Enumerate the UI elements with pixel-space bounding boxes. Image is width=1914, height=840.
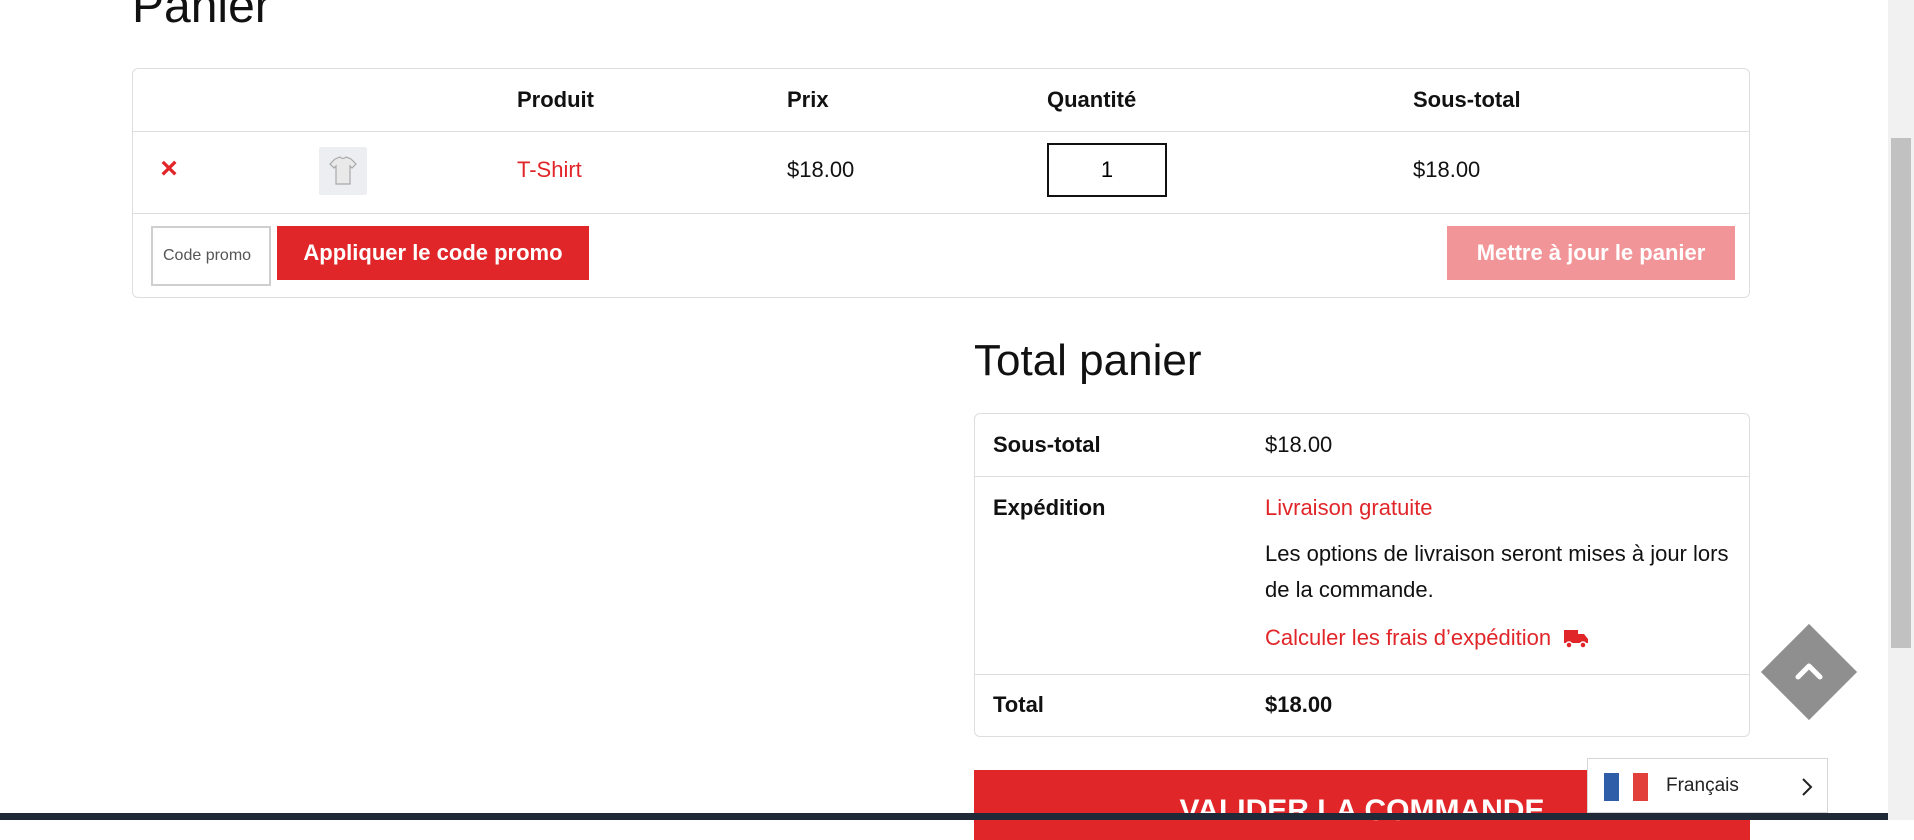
cart-table-header: Produit Prix Quantité Sous-total xyxy=(133,69,1749,132)
subtotal-value: $18.00 xyxy=(1265,432,1333,457)
cart-totals-title: Total panier xyxy=(974,336,1202,385)
language-switcher[interactable]: Français xyxy=(1587,758,1828,813)
totals-shipping-row: Expédition Livraison gratuite Les option… xyxy=(975,476,1749,675)
calculate-shipping-link[interactable]: Calculer les frais d’expédition xyxy=(1265,625,1589,651)
coupon-code-input[interactable] xyxy=(151,226,271,286)
chevron-right-icon xyxy=(1802,778,1813,796)
chevron-up-icon xyxy=(1795,663,1823,680)
calculate-shipping-label: Calculer les frais d’expédition xyxy=(1265,625,1552,650)
totals-total-row: Total $18.00 xyxy=(975,674,1749,736)
item-subtotal: $18.00 xyxy=(1413,157,1481,182)
header-subtotal: Sous-total xyxy=(1413,87,1521,112)
remove-item-icon[interactable]: × xyxy=(157,154,181,184)
shipping-label: Expédition xyxy=(993,495,1106,520)
header-product: Produit xyxy=(517,87,594,112)
update-cart-button[interactable]: Mettre à jour le panier xyxy=(1447,226,1735,280)
page-title: Panier xyxy=(132,0,271,33)
tshirt-thumbnail[interactable] xyxy=(319,147,367,195)
cart-item-row: × T-Shirt $18.00 $18.00 xyxy=(133,131,1749,214)
item-price: $18.00 xyxy=(787,157,855,182)
cart-table: Produit Prix Quantité Sous-total × T-Shi… xyxy=(132,68,1750,298)
header-price: Prix xyxy=(787,87,829,112)
france-flag-icon xyxy=(1604,773,1649,801)
cart-totals-table: Sous-total $18.00 Expédition Livraison g… xyxy=(974,413,1750,737)
totals-subtotal-row: Sous-total $18.00 xyxy=(975,414,1749,477)
shipping-method: Livraison gratuite xyxy=(1265,495,1433,520)
scrollbar-thumb[interactable] xyxy=(1891,138,1911,648)
quantity-input[interactable] xyxy=(1047,143,1167,197)
subtotal-label: Sous-total xyxy=(993,432,1101,457)
total-value: $18.00 xyxy=(1265,692,1333,717)
apply-coupon-button[interactable]: Appliquer le code promo xyxy=(277,226,589,280)
product-link-tshirt[interactable]: T-Shirt xyxy=(517,157,582,183)
header-quantity: Quantité xyxy=(1047,87,1137,112)
shipping-note: Les options de livraison seront mises à … xyxy=(1265,541,1729,602)
total-label: Total xyxy=(993,692,1044,717)
scroll-to-top-button[interactable] xyxy=(1760,623,1858,721)
taskbar-strip xyxy=(0,813,1888,820)
truck-icon xyxy=(1564,630,1589,649)
language-label: Français xyxy=(1666,775,1739,796)
